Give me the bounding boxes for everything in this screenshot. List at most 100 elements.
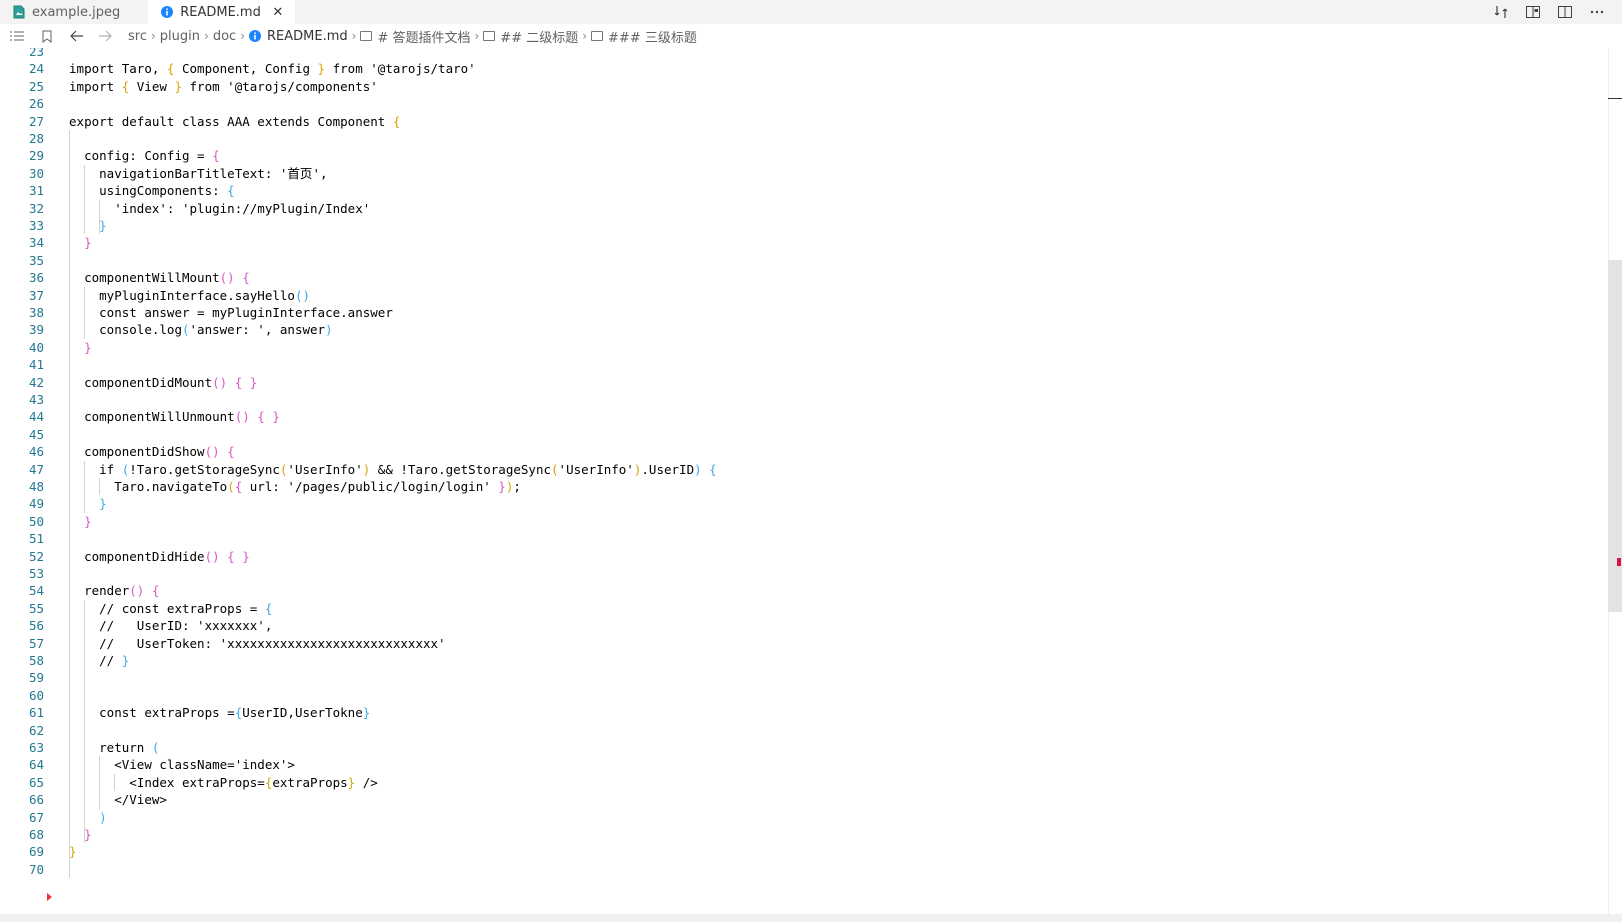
code-line[interactable]: 34 }	[0, 234, 1600, 252]
code-line[interactable]: 64 <View className='index'>	[0, 756, 1600, 774]
code-line[interactable]: 40 }	[0, 339, 1600, 357]
code-line[interactable]: 60	[0, 687, 1600, 705]
code-line[interactable]: 67 )	[0, 809, 1600, 827]
code-line[interactable]: 59	[0, 669, 1600, 687]
code-line[interactable]: 33 }	[0, 217, 1600, 235]
forward-arrow-icon[interactable]	[96, 27, 114, 45]
code-line[interactable]: 49 }	[0, 495, 1600, 513]
code-line[interactable]: 63 return (	[0, 739, 1600, 757]
info-icon	[249, 30, 261, 42]
code-editor[interactable]: 23 24 import Taro, { Component, Config } f…	[0, 48, 1608, 914]
code-text: import { View } from '@tarojs/components…	[69, 78, 378, 94]
code-line[interactable]: 66 </View>	[0, 791, 1600, 809]
line-number: 52	[28, 548, 44, 564]
code-line[interactable]: 48 Taro.navigateTo({ url: '/pages/public…	[0, 478, 1600, 496]
breadcrumb-item-file[interactable]: README.md	[249, 29, 348, 44]
code-line[interactable]: 53	[0, 565, 1600, 583]
line-number: 67	[28, 809, 44, 825]
line-number: 53	[28, 566, 44, 581]
code-line[interactable]: 44 componentWillUnmount() { }	[0, 408, 1600, 426]
breadcrumb-heading-3[interactable]: ### 三级标题	[591, 27, 697, 46]
breadcrumb-item-src[interactable]: src	[128, 29, 147, 44]
code-line[interactable]: 56 // UserID: 'xxxxxxx',	[0, 617, 1600, 635]
code-line[interactable]: 50 }	[0, 513, 1600, 531]
line-number: 43	[28, 392, 44, 407]
line-number: 45	[28, 426, 44, 442]
compare-changes-icon[interactable]	[1492, 3, 1510, 21]
code-line[interactable]: 35	[0, 252, 1600, 270]
breadcrumb-heading-2[interactable]: ## 二级标题	[483, 27, 578, 46]
code-text: componentDidShow() {	[84, 444, 235, 460]
code-line[interactable]: 38 const answer = myPluginInterface.answ…	[0, 304, 1600, 322]
tab-readme-md[interactable]: README.md ✕	[148, 0, 295, 24]
line-number: 60	[28, 687, 44, 703]
outline-list-icon[interactable]	[8, 27, 26, 45]
info-icon	[160, 5, 174, 19]
code-line[interactable]: 42 componentDidMount() { }	[0, 374, 1600, 392]
code-line[interactable]: 52 componentDidHide() { }	[0, 548, 1600, 566]
code-text: export default class AAA extends Compone…	[69, 113, 401, 129]
chevron-right-icon: ›	[240, 29, 245, 43]
code-line[interactable]: 28	[0, 130, 1600, 148]
more-actions-icon[interactable]	[1588, 3, 1606, 21]
breadcrumb-item-doc[interactable]: doc	[213, 29, 236, 44]
code-line[interactable]: 39 console.log('answer: ', answer)	[0, 321, 1600, 339]
overview-error-marker	[1617, 558, 1621, 566]
breadcrumb-heading-1[interactable]: # 答题插件文档	[360, 27, 470, 46]
code-line[interactable]: 62	[0, 722, 1600, 740]
code-text: Taro.navigateTo({ url: '/pages/public/lo…	[114, 479, 521, 494]
code-line[interactable]: 36 componentWillMount() {	[0, 269, 1600, 287]
code-line[interactable]: 61 const extraProps ={UserID,UserTokne}	[0, 704, 1600, 722]
code-line[interactable]: 45	[0, 426, 1600, 444]
horizontal-scrollbar[interactable]	[0, 914, 1622, 922]
line-number: 37	[28, 287, 44, 303]
code-line[interactable]: 32 'index': 'plugin://myPlugin/Index'	[0, 200, 1600, 218]
indent-guide	[99, 756, 100, 809]
code-line[interactable]: 24 import Taro, { Component, Config } fro…	[0, 60, 1600, 78]
open-preview-icon[interactable]	[1524, 3, 1542, 21]
code-text: )	[99, 809, 107, 825]
code-line[interactable]: 25 import { View } from '@tarojs/componen…	[0, 78, 1600, 96]
line-number: 69	[28, 844, 44, 860]
chevron-right-icon: ›	[582, 29, 588, 43]
code-line[interactable]: 29 config: Config = {	[0, 147, 1600, 165]
breadcrumb-item-plugin[interactable]: plugin	[160, 29, 200, 44]
code-line[interactable]: 43	[0, 391, 1600, 409]
code-text: <View className='index'>	[114, 757, 295, 773]
code-line[interactable]: 51	[0, 530, 1600, 548]
code-line[interactable]: 47 if (!Taro.getStorageSync('UserInfo') …	[0, 461, 1600, 479]
code-line[interactable]: 58 // }	[0, 652, 1600, 670]
code-line[interactable]: 30 navigationBarTitleText: '首页',	[0, 165, 1600, 183]
code-line[interactable]: 69}	[0, 843, 1600, 861]
code-text: }	[99, 496, 107, 512]
indent-guide	[84, 460, 85, 513]
split-editor-icon[interactable]	[1556, 3, 1574, 21]
overview-cursor-marker	[1608, 98, 1622, 99]
indent-guide	[99, 478, 100, 496]
code-line[interactable]: 46 componentDidShow() {	[0, 443, 1600, 461]
code-line[interactable]: 27 export default class AAA extends Compo…	[0, 113, 1600, 131]
code-line[interactable]: 68 }	[0, 826, 1600, 844]
code-line[interactable]: 65 <Index extraProps={extraProps} />	[0, 774, 1600, 792]
code-line[interactable]: 41	[0, 356, 1600, 374]
back-arrow-icon[interactable]	[68, 27, 86, 45]
code-line[interactable]: 54 render() {	[0, 582, 1600, 600]
line-number: 54	[28, 583, 44, 599]
code-line[interactable]: 31 usingComponents: {	[0, 182, 1600, 200]
close-icon[interactable]: ✕	[271, 5, 285, 20]
bookmark-icon[interactable]	[38, 27, 56, 45]
chevron-right-icon: ›	[474, 29, 480, 43]
line-number: 70	[28, 861, 44, 877]
code-line[interactable]: 70	[0, 861, 1600, 879]
code-line[interactable]: 57 // UserToken: 'xxxxxxxxxxxxxxxxxxxxxx…	[0, 635, 1600, 653]
code-line[interactable]: 26	[0, 95, 1600, 113]
code-line[interactable]: 55 // const extraProps = {	[0, 600, 1600, 618]
code-line[interactable]: 37 myPluginInterface.sayHello()	[0, 287, 1600, 305]
indent-guide	[69, 130, 70, 879]
line-number: 49	[28, 496, 44, 512]
vertical-scrollbar[interactable]	[1608, 48, 1622, 914]
tab-example-jpeg[interactable]: example.jpeg	[0, 0, 130, 24]
code-text: // UserID: 'xxxxxxx',	[99, 618, 273, 634]
heading-symbol-icon	[483, 31, 496, 41]
code-line[interactable]: 23	[0, 48, 1600, 61]
